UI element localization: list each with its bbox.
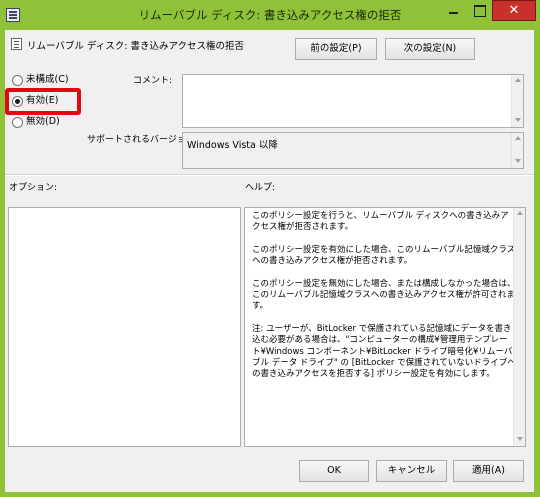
- help-label: ヘルプ:: [245, 180, 275, 193]
- options-panel: [8, 207, 241, 447]
- title-bar[interactable]: リムーバブル ディスク: 書き込みアクセス権の拒否 ✕: [0, 0, 540, 30]
- cancel-button[interactable]: キャンセル: [376, 460, 447, 482]
- close-button[interactable]: ✕: [492, 0, 536, 21]
- apply-button[interactable]: 適用(A): [453, 460, 524, 482]
- radio-not-configured-label: 未構成(C): [26, 74, 69, 85]
- scroll-up-icon[interactable]: [515, 136, 521, 142]
- help-text: このポリシー設定を行うと、リムーバブル ディスクへの書き込みアクセス権が拒否され…: [252, 211, 516, 392]
- previous-setting-button[interactable]: 前の設定(P): [295, 38, 377, 60]
- setting-icon: [11, 38, 22, 50]
- radio-not-configured[interactable]: 未構成(C): [12, 74, 69, 88]
- help-paragraph: このポリシー設定を無効にした場合、または構成しなかった場合は、このリムーバブル記…: [252, 279, 516, 313]
- next-setting-button[interactable]: 次の設定(N): [385, 38, 475, 60]
- supported-version-value: Windows Vista 以降: [187, 137, 278, 151]
- options-label: オプション:: [9, 180, 57, 193]
- help-paragraph: このポリシー設定を行うと、リムーバブル ディスクへの書き込みアクセス権が拒否され…: [252, 211, 516, 234]
- comment-textarea[interactable]: [182, 74, 524, 128]
- comment-scrollbar[interactable]: [511, 75, 523, 127]
- setting-title: リムーバブル ディスク: 書き込みアクセス権の拒否: [27, 38, 244, 52]
- close-icon: ✕: [493, 3, 535, 18]
- minimize-button[interactable]: [440, 0, 466, 21]
- supported-version-box: Windows Vista 以降: [182, 132, 524, 169]
- radio-disabled-circle[interactable]: [12, 117, 23, 128]
- scroll-up-icon[interactable]: [515, 78, 521, 84]
- scroll-down-icon[interactable]: [515, 118, 521, 124]
- ok-button[interactable]: OK: [299, 460, 369, 482]
- scroll-up-icon[interactable]: [517, 211, 523, 217]
- policy-dialog-window: リムーバブル ディスク: 書き込みアクセス権の拒否 ✕ リムーバブル ディスク:…: [0, 0, 540, 497]
- enabled-highlight-frame: [5, 88, 81, 115]
- comment-label: コメント:: [133, 73, 172, 86]
- radio-disabled[interactable]: 無効(D): [12, 116, 60, 130]
- scroll-down-icon[interactable]: [515, 159, 521, 165]
- dialog-body: リムーバブル ディスク: 書き込みアクセス権の拒否 前の設定(P) 次の設定(N…: [5, 30, 534, 492]
- help-scrollbar[interactable]: [513, 208, 525, 446]
- help-panel[interactable]: このポリシー設定を行うと、リムーバブル ディスクへの書き込みアクセス権が拒否され…: [244, 207, 526, 447]
- scroll-down-icon[interactable]: [517, 437, 523, 443]
- radio-disabled-label: 無効(D): [26, 116, 60, 127]
- version-scrollbar[interactable]: [511, 133, 523, 168]
- divider: [5, 174, 534, 176]
- help-paragraph: 注: ユーザーが、BitLocker で保護されている記憶域にデータを書き込む必…: [252, 324, 516, 380]
- radio-not-configured-circle[interactable]: [12, 75, 23, 86]
- help-paragraph: このポリシー設定を有効にした場合、このリムーバブル記憶域クラスへの書き込みアクセ…: [252, 245, 516, 268]
- maximize-button[interactable]: [466, 0, 492, 21]
